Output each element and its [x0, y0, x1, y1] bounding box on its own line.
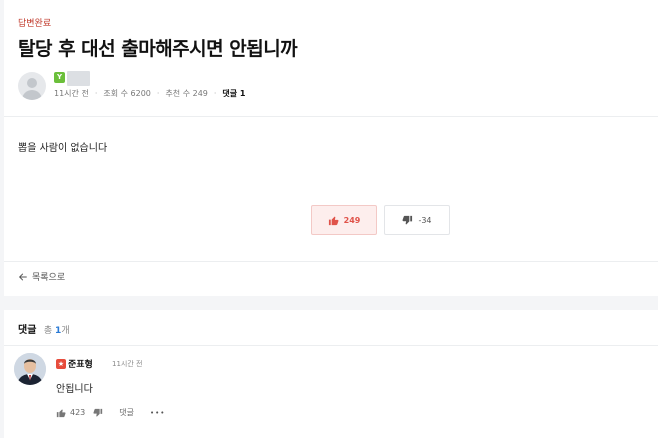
thumbs-up-icon	[56, 408, 66, 417]
total-suffix: 개	[61, 326, 70, 336]
post-recommends: 추천 수 249	[165, 89, 208, 98]
back-label: 목록으로	[32, 273, 66, 283]
thumbs-up-icon	[328, 216, 339, 225]
thumbs-down-icon[interactable]	[93, 408, 103, 418]
commenter-badge: ★	[56, 359, 66, 369]
vote-up-count: 249	[343, 215, 361, 225]
back-to-list-link[interactable]: 목록으로	[18, 270, 65, 283]
commenter-avatar-icon	[14, 353, 46, 385]
post-time: 11시간 전	[54, 89, 89, 98]
comments-title: 댓글	[18, 325, 37, 336]
author-name-redacted[interactable]	[67, 71, 90, 86]
comments-header: 댓글 총 1개	[18, 321, 70, 336]
vote-down-button[interactable]: -34	[384, 205, 450, 235]
status-badge: 답변완료	[18, 19, 52, 29]
post-body: 뽑을 사람이 없습니다	[18, 143, 108, 154]
comment-text: 안됩니다	[56, 384, 93, 395]
more-icon[interactable]: •••	[150, 409, 165, 417]
divider	[4, 345, 658, 346]
comment-time: 11시간 전	[112, 360, 143, 368]
comment-reply-button[interactable]: 댓글	[119, 407, 134, 418]
comment-like-count: 423	[70, 408, 86, 417]
commenter-name[interactable]: 준표형	[68, 357, 93, 370]
post-card: 답변완료 탈당 후 대선 출마해주시면 안됩니까 Y 11시간 전 · 조회 수…	[4, 0, 658, 296]
thumbs-down-icon	[402, 215, 413, 224]
comment-like-button[interactable]: 423	[56, 408, 85, 418]
vote-down-count: -34	[418, 215, 432, 225]
comment-actions: 423 댓글 •••	[56, 407, 165, 418]
arrow-left-icon	[19, 273, 27, 280]
page-title: 탈당 후 대선 출마해주시면 안됩니까	[18, 38, 298, 60]
comments-total: 총 1개	[44, 326, 70, 336]
divider	[4, 116, 658, 117]
user-avatar-icon[interactable]	[18, 72, 46, 100]
author-level-badge: Y	[54, 72, 65, 83]
vote-up-button[interactable]: 249	[311, 205, 377, 235]
post-comment-count[interactable]: 댓글 1	[222, 88, 245, 99]
divider	[4, 261, 658, 262]
post-meta: 11시간 전 · 조회 수 6200 · 추천 수 249 · 댓글 1	[54, 88, 246, 99]
avatar[interactable]	[14, 353, 46, 385]
total-label: 총	[43, 326, 53, 336]
comments-section: 댓글 총 1개 ★ 준표형 11시간 전 안됩니다 423 댓글 •••	[4, 310, 658, 438]
post-views: 조회 수 6200	[103, 89, 151, 98]
